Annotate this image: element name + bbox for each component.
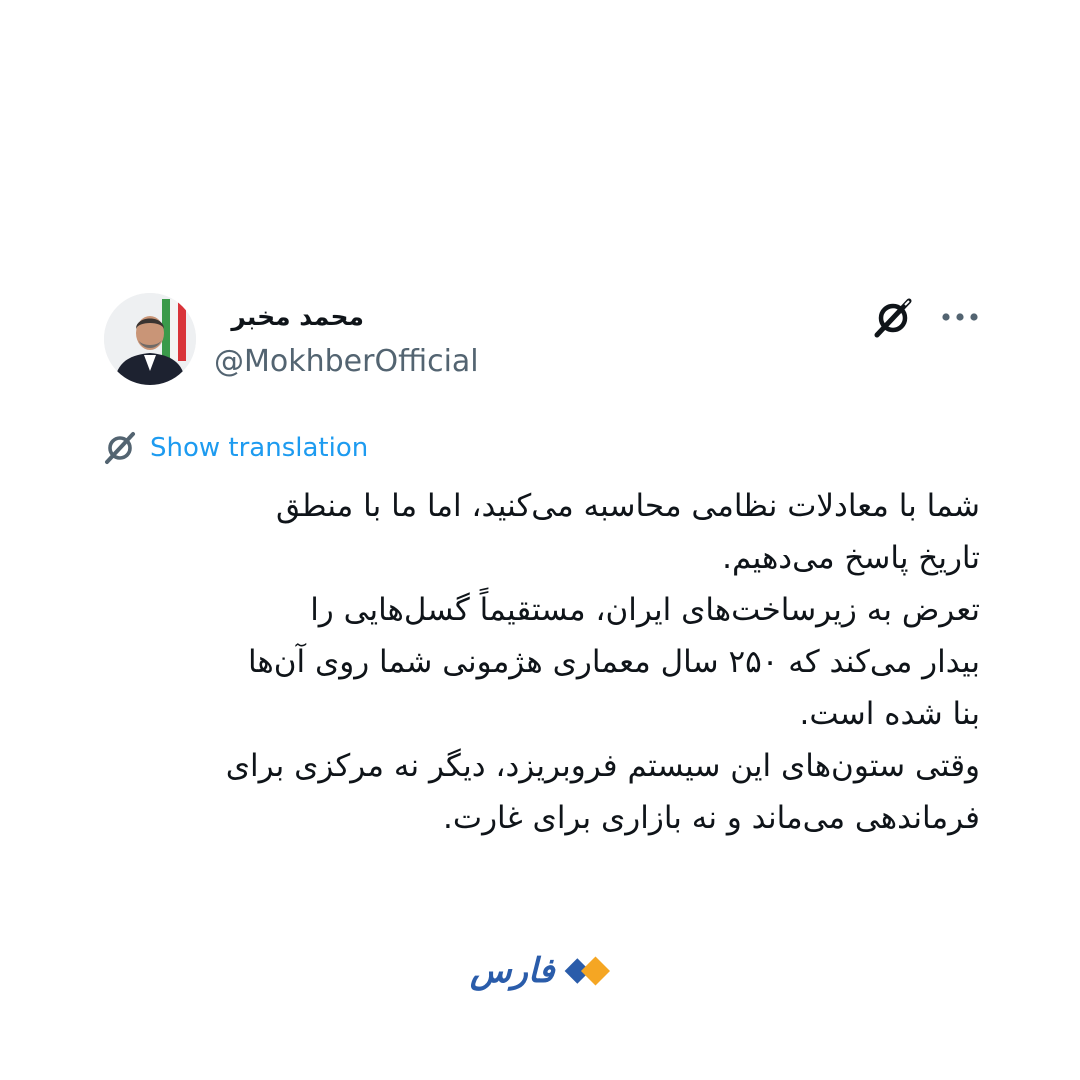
tweet-text-line: فرماندهی می‌ماند و نه بازاری برای غارت. xyxy=(443,800,980,836)
fars-logo-mark-icon xyxy=(564,956,610,986)
tweet-text-line: شما با معادلات نظامی محاسبه می‌کنید، اما… xyxy=(276,488,980,524)
tweet-text-line: وقتی ستون‌های این سیستم فروبریزد، دیگر ن… xyxy=(225,748,980,784)
tweet-text-line: تعرض به زیرساخت‌های ایران، مستقیماً گسل‌… xyxy=(310,592,980,628)
tweet-text-line: بنا شده است. xyxy=(799,696,980,732)
fars-logo-text: فارس xyxy=(470,951,555,991)
grok-icon[interactable] xyxy=(868,293,918,343)
avatar[interactable] xyxy=(104,293,196,385)
more-options-icon[interactable] xyxy=(938,302,982,332)
translate-icon xyxy=(105,432,135,464)
author-display-name[interactable]: محمد مخبر xyxy=(214,296,364,338)
show-translation-button[interactable]: Show translation xyxy=(100,428,368,468)
show-translation-label: Show translation xyxy=(150,433,369,463)
author-handle[interactable]: @MokhberOfficial xyxy=(214,340,479,384)
tweet-text-line: تاریخ پاسخ می‌دهیم. xyxy=(722,540,980,576)
tweet-text: شما با معادلات نظامی محاسبه می‌کنید، اما… xyxy=(100,480,980,844)
tweet-text-line: بیدار می‌کند که ۲۵۰ سال معماری هژمونی شم… xyxy=(247,644,980,680)
avatar-photo xyxy=(104,293,196,385)
fars-logo: فارس xyxy=(470,945,615,997)
tweet-screenshot: محمد مخبر @MokhberOfficial Show translat… xyxy=(0,0,1080,1080)
